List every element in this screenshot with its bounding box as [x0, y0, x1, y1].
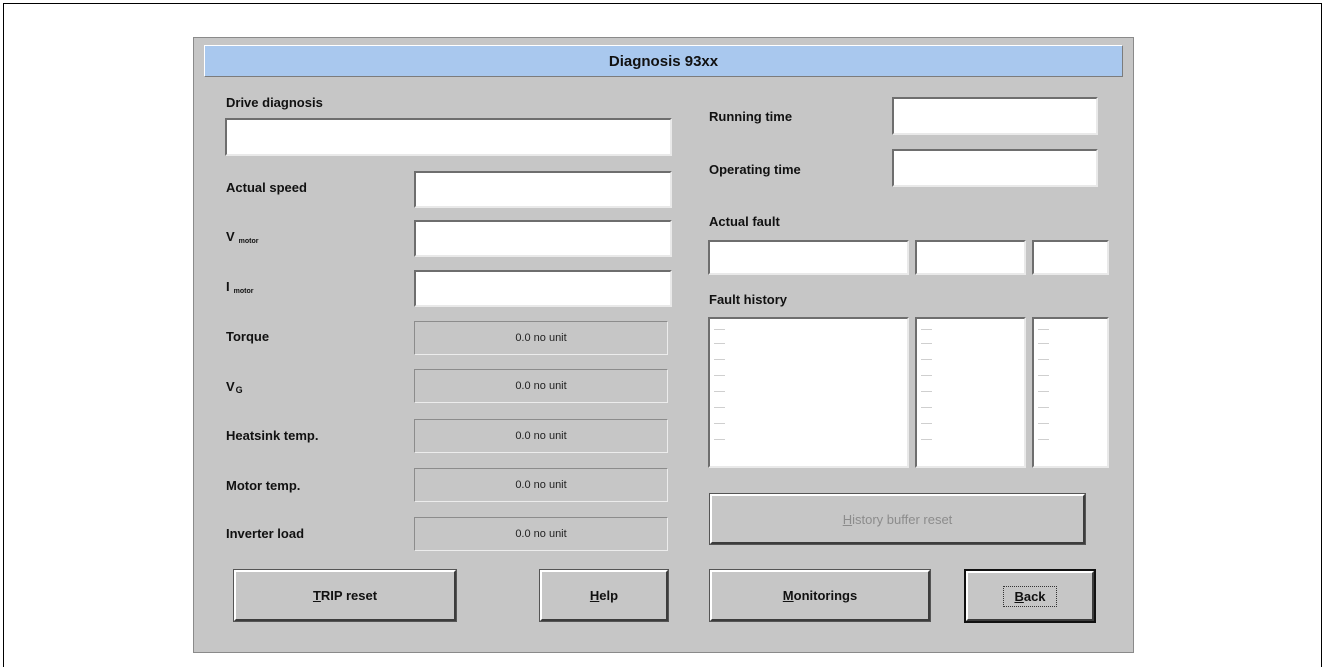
dialog-title: Diagnosis 93xx	[608, 52, 719, 70]
list-item	[921, 375, 932, 376]
motor-temp-label: Motor temp.	[226, 478, 301, 493]
fault-history-count-list[interactable]	[1032, 317, 1109, 468]
list-item	[714, 375, 725, 376]
operating-time-field[interactable]	[892, 149, 1098, 187]
list-item	[714, 423, 725, 424]
inverter-load-label: Inverter load	[226, 526, 305, 541]
fault-history-label: Fault history	[709, 292, 788, 307]
list-item	[1038, 343, 1049, 344]
i-motor-subscript: motor	[233, 288, 254, 295]
v-motor-label: Vmotor	[226, 229, 259, 245]
trip-reset-text: RIP reset	[320, 588, 378, 603]
list-item	[921, 359, 932, 360]
inverter-load-readout: 0.0 no unit	[414, 517, 668, 551]
drive-diagnosis-field[interactable]	[225, 118, 672, 156]
list-item	[921, 343, 932, 344]
v-motor-symbol: V	[226, 229, 235, 244]
history-buffer-reset-button[interactable]: History buffer reset	[709, 493, 1086, 545]
v-motor-subscript: motor	[238, 238, 259, 245]
torque-readout: 0.0 no unit	[414, 321, 668, 355]
list-item	[1038, 407, 1049, 408]
list-item	[714, 343, 725, 344]
list-item	[714, 439, 725, 440]
heatsink-temp-label: Heatsink temp.	[226, 428, 319, 443]
i-motor-symbol: I	[226, 279, 230, 294]
vg-readout: 0.0 no unit	[414, 369, 668, 403]
back-text: ack	[1023, 588, 1046, 604]
vg-symbol: V	[226, 379, 235, 394]
back-button[interactable]: Back	[964, 569, 1096, 623]
list-item	[714, 329, 725, 330]
trip-reset-accel: T	[312, 588, 321, 603]
running-time-field[interactable]	[892, 97, 1098, 135]
history-buffer-reset-label: History buffer reset	[843, 512, 953, 527]
motor-temp-readout: 0.0 no unit	[414, 468, 668, 502]
running-time-label: Running time	[709, 109, 793, 124]
vg-label: VG	[226, 379, 243, 395]
vg-subscript: G	[235, 385, 243, 395]
actual-fault-time-field[interactable]	[915, 240, 1026, 275]
actual-fault-code-field[interactable]	[708, 240, 909, 275]
list-item	[1038, 423, 1049, 424]
i-motor-field[interactable]	[414, 270, 672, 307]
actual-speed-field[interactable]	[414, 171, 672, 208]
v-motor-field[interactable]	[414, 220, 672, 257]
monitorings-button[interactable]: Monitorings	[709, 569, 931, 622]
list-item	[921, 423, 932, 424]
actual-fault-label: Actual fault	[709, 214, 780, 229]
list-item	[1038, 329, 1049, 330]
dialog-title-bar: Diagnosis 93xx	[204, 45, 1123, 77]
help-label: Help	[590, 588, 618, 603]
list-item	[1038, 375, 1049, 376]
actual-speed-label: Actual speed	[226, 180, 307, 195]
drive-diagnosis-label: Drive diagnosis	[226, 95, 323, 110]
trip-reset-label: TRIP reset	[313, 588, 377, 603]
torque-label: Torque	[226, 329, 270, 344]
fault-history-list[interactable]	[708, 317, 909, 468]
diagnosis-dialog: Diagnosis 93xx Drive diagnosis Actual sp…	[193, 37, 1134, 653]
trip-reset-button[interactable]: TRIP reset	[233, 569, 457, 622]
heatsink-temp-readout: 0.0 no unit	[414, 419, 668, 453]
list-item	[714, 407, 725, 408]
history-buffer-reset-text: istory buffer reset	[852, 511, 953, 527]
list-item	[921, 439, 932, 440]
back-focus-rect: Back	[1003, 585, 1057, 607]
back-accel: B	[1014, 588, 1024, 604]
i-motor-label: Imotor	[226, 279, 253, 295]
history-buffer-reset-accel: H	[842, 511, 853, 527]
list-item	[1038, 391, 1049, 392]
monitorings-text: onitorings	[793, 588, 858, 603]
list-item	[921, 329, 932, 330]
list-item	[714, 359, 725, 360]
list-item	[714, 391, 725, 392]
list-item	[921, 391, 932, 392]
fault-history-time-list[interactable]	[915, 317, 1026, 468]
help-accel: H	[589, 588, 600, 603]
list-item	[921, 407, 932, 408]
operating-time-label: Operating time	[709, 162, 801, 177]
help-button[interactable]: Help	[539, 569, 669, 622]
list-item	[1038, 359, 1049, 360]
monitorings-label: Monitorings	[783, 588, 857, 603]
actual-fault-count-field[interactable]	[1032, 240, 1109, 275]
help-text: elp	[599, 588, 619, 603]
monitorings-accel: M	[782, 588, 794, 603]
list-item	[1038, 439, 1049, 440]
